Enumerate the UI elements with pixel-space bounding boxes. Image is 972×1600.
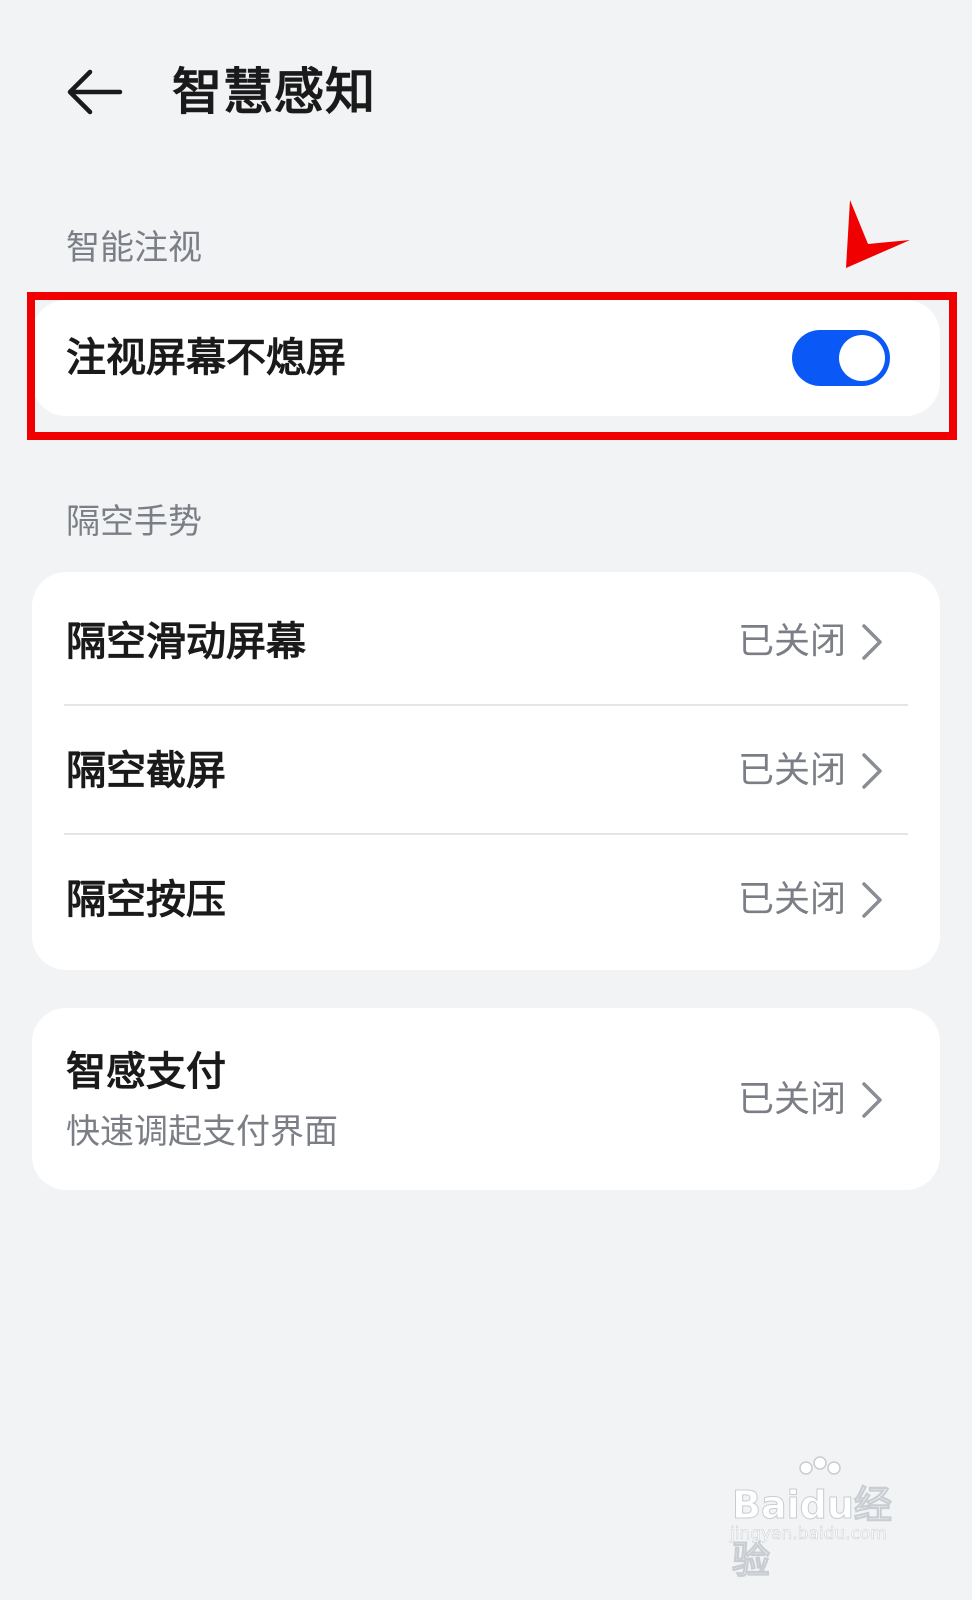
- status-text: 已关闭: [737, 1079, 846, 1120]
- section-header-gaze: 智能注视: [66, 228, 202, 268]
- air-gestures-card: 隔空滑动屏幕 已关闭 隔空截屏 已关闭 隔空按压 已关闭: [32, 572, 940, 970]
- row-air-swipe[interactable]: 隔空滑动屏幕 已关闭: [32, 572, 940, 704]
- status-text: 已关闭: [737, 750, 846, 791]
- page-title: 智慧感知: [172, 63, 376, 121]
- status-text: 已关闭: [737, 879, 846, 920]
- annotation-arrow-icon: [846, 200, 910, 268]
- annotation-highlight-box: [27, 292, 957, 440]
- status-text: 已关闭: [737, 621, 846, 662]
- chevron-right-icon: [862, 1082, 882, 1118]
- top-bar: 智慧感知: [0, 0, 972, 190]
- chevron-right-icon: [862, 624, 882, 660]
- row-label: 隔空滑动屏幕: [66, 619, 306, 665]
- baidu-watermark: Baidu经验 jingyan.baidu.com: [728, 1456, 918, 1583]
- watermark-url: jingyan.baidu.com: [730, 1524, 887, 1545]
- payment-card: 智感支付 快速调起支付界面 已关闭: [32, 1008, 940, 1190]
- chevron-right-icon: [862, 882, 882, 918]
- row-label: 隔空按压: [66, 877, 226, 923]
- chevron-right-icon: [862, 753, 882, 789]
- row-label: 隔空截屏: [66, 748, 226, 794]
- row-air-screenshot[interactable]: 隔空截屏 已关闭: [32, 705, 940, 833]
- row-sublabel: 快速调起支付界面: [66, 1112, 338, 1152]
- row-air-press[interactable]: 隔空按压 已关闭: [32, 834, 940, 970]
- section-header-air-gestures: 隔空手势: [66, 502, 202, 542]
- back-button[interactable]: [62, 60, 126, 124]
- back-arrow-icon: [67, 69, 123, 115]
- row-smart-payment[interactable]: 智感支付 快速调起支付界面 已关闭: [32, 1008, 940, 1190]
- row-label: 智感支付: [66, 1049, 226, 1095]
